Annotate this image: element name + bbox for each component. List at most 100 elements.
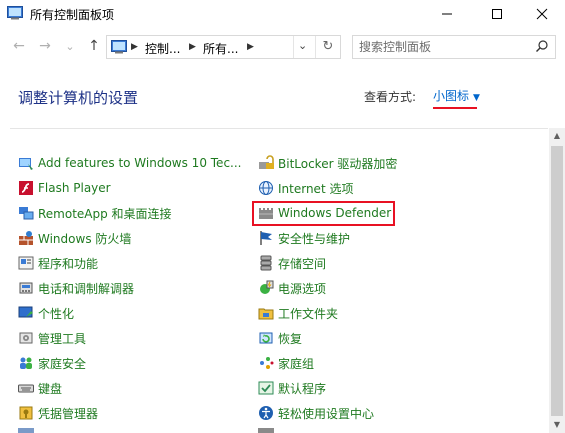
scroll-up-icon[interactable]: ▲	[549, 128, 565, 144]
item-label: 安全性与维护	[278, 231, 351, 246]
item-remoteapp[interactable]: RemoteApp 和桌面连接	[18, 203, 172, 223]
search-icon[interactable]	[535, 39, 549, 53]
breadcrumb-all-items[interactable]: 所有...	[203, 40, 238, 57]
control-panel-icon	[7, 6, 23, 20]
item-admin-tools[interactable]: 管理工具	[18, 328, 86, 348]
firewall-icon	[19, 231, 33, 245]
scrollbar-thumb[interactable]	[551, 146, 563, 416]
item-personalization[interactable]: 个性化	[18, 303, 74, 323]
item-label: Flash Player	[38, 181, 111, 195]
close-button[interactable]	[519, 0, 565, 28]
item-label: 电源选项	[278, 281, 327, 296]
item-add-features[interactable]: Add features to Windows 10 Tec...	[18, 153, 241, 173]
bitlocker-icon	[259, 155, 274, 169]
item-phone-modem[interactable]: 电话和调制解调器	[18, 278, 134, 298]
admin-tools-icon	[19, 332, 33, 344]
item-ease-of-access[interactable]: 轻松使用设置中心	[258, 403, 374, 423]
breadcrumb-separator-icon: ▶	[247, 42, 254, 52]
item-flash-player[interactable]: Flash Player	[18, 178, 111, 198]
item-label: 恢复	[278, 331, 303, 346]
item-label: 程序和功能	[38, 256, 99, 271]
breadcrumb-control-panel[interactable]: 控制...	[145, 40, 180, 57]
dropdown-arrow-icon: ▼	[473, 93, 480, 103]
item-label: Internet 选项	[278, 181, 354, 196]
navigation-bar: ← → ⌄ ↑ ▶ 控制... ▶ 所有... ▶ ⌄ ↻	[0, 32, 565, 60]
item-default-programs[interactable]: 默认程序	[258, 378, 326, 398]
add-features-icon	[19, 158, 33, 170]
programs-icon	[18, 256, 34, 270]
flash-icon	[19, 181, 33, 195]
vertical-scrollbar[interactable]: ▲ ▼	[549, 128, 565, 433]
view-by-label: 查看方式:	[364, 90, 417, 104]
content-divider	[10, 128, 548, 129]
recovery-icon	[259, 332, 273, 344]
view-by-value: 小图标	[433, 89, 470, 103]
item-homegroup[interactable]: 家庭组	[258, 353, 314, 373]
item-label: 凭据管理器	[38, 406, 99, 421]
scroll-down-icon[interactable]: ▼	[549, 417, 565, 433]
default-programs-icon	[258, 381, 274, 395]
credential-icon	[19, 406, 33, 420]
item-label: 工作文件夹	[278, 306, 339, 321]
item-bitlocker[interactable]: BitLocker 驱动器加密	[258, 153, 397, 173]
phone-modem-icon	[19, 282, 33, 294]
minimize-icon	[442, 13, 452, 15]
address-bar[interactable]: ▶ 控制... ▶ 所有... ▶ ⌄ ↻	[106, 35, 341, 59]
item-credential-manager[interactable]: 凭据管理器	[18, 403, 98, 423]
view-by-dropdown[interactable]: 小图标 ▼	[433, 87, 480, 104]
item-label: 家庭组	[278, 356, 315, 371]
ease-of-access-icon	[259, 406, 273, 420]
item-label: Windows 防火墙	[38, 231, 132, 246]
refresh-icon[interactable]: ↻	[319, 39, 337, 55]
search-box[interactable]	[352, 35, 556, 59]
item-label: 默认程序	[278, 381, 327, 396]
page-title: 调整计算机的设置	[18, 89, 139, 107]
item-label: 键盘	[38, 381, 63, 396]
maximize-button[interactable]	[474, 0, 520, 28]
minimize-button[interactable]	[424, 0, 470, 28]
up-button[interactable]: ↑	[84, 36, 104, 56]
item-storage-spaces[interactable]: 存储空间	[258, 253, 326, 273]
item-programs-features[interactable]: 程序和功能	[18, 253, 98, 273]
item-security-maintenance[interactable]: 安全性与维护	[258, 228, 350, 248]
item-keyboard[interactable]: 键盘	[18, 378, 62, 398]
windows-defender-highlight	[252, 201, 395, 226]
internet-options-icon	[259, 181, 273, 195]
item-work-folders[interactable]: 工作文件夹	[258, 303, 338, 323]
forward-arrow-icon: →	[39, 38, 51, 54]
item-windows-firewall[interactable]: Windows 防火墙	[18, 228, 131, 248]
close-icon	[536, 8, 548, 20]
back-button[interactable]: ←	[9, 36, 29, 56]
item-label: 家庭安全	[38, 356, 87, 371]
title-bar: 所有控制面板项	[0, 0, 565, 28]
recent-locations-button[interactable]: ⌄	[60, 36, 80, 56]
address-dropdown-icon[interactable]: ⌄	[298, 39, 307, 52]
power-icon	[260, 280, 274, 294]
family-safety-icon	[20, 357, 32, 369]
maximize-icon	[492, 9, 502, 19]
personalization-icon	[18, 306, 33, 318]
view-by-highlight-underline	[433, 107, 477, 109]
control-panel-icon	[111, 40, 127, 54]
back-arrow-icon: ←	[13, 38, 25, 54]
item-label: 管理工具	[38, 331, 87, 346]
item-power-options[interactable]: 电源选项	[258, 278, 326, 298]
item-internet-options[interactable]: Internet 选项	[258, 178, 353, 198]
item-label: Add features to Windows 10 Tec...	[38, 156, 242, 170]
item-family-safety[interactable]: 家庭安全	[18, 353, 86, 373]
up-arrow-icon: ↑	[88, 38, 100, 54]
security-flag-icon	[260, 231, 272, 245]
keyboard-icon	[18, 384, 34, 393]
forward-button[interactable]: →	[35, 36, 55, 56]
work-folders-icon	[258, 308, 274, 320]
search-input[interactable]	[359, 39, 529, 55]
item-label: 个性化	[38, 306, 75, 321]
item-label: BitLocker 驱动器加密	[278, 156, 398, 171]
item-label: RemoteApp 和桌面连接	[38, 206, 172, 221]
next-item-icon	[258, 428, 274, 433]
item-label: 电话和调制解调器	[38, 281, 135, 296]
storage-icon	[260, 255, 272, 271]
item-recovery[interactable]: 恢复	[258, 328, 302, 348]
remoteapp-icon	[19, 207, 34, 220]
item-label: 轻松使用设置中心	[278, 406, 375, 421]
